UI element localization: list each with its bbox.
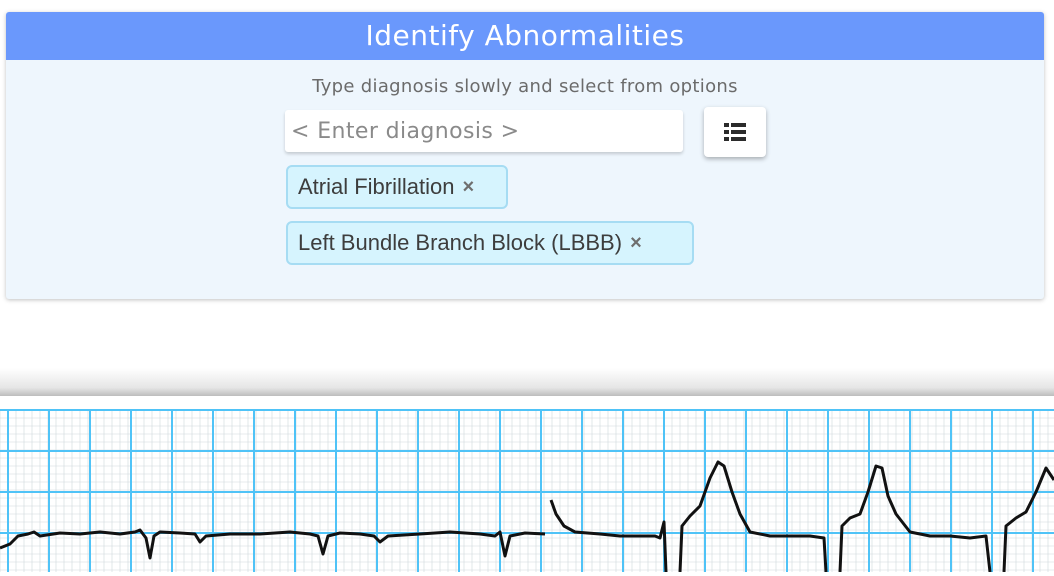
list-icon bbox=[724, 123, 746, 141]
diagnosis-tag-atrial-fibrillation: Atrial Fibrillation × bbox=[286, 165, 508, 209]
panel-title: Identify Abnormalities bbox=[6, 12, 1044, 60]
tag-label: Atrial Fibrillation bbox=[298, 174, 455, 199]
diagnosis-tag-lbbb: Left Bundle Branch Block (LBBB) × bbox=[286, 221, 694, 265]
diagnosis-panel: Identify Abnormalities Type diagnosis sl… bbox=[6, 12, 1044, 299]
instruction-text: Type diagnosis slowly and select from op… bbox=[312, 76, 738, 97]
ecg-strip bbox=[0, 396, 1054, 573]
section-divider bbox=[0, 368, 1054, 396]
ecg-trace-lead-right bbox=[549, 460, 1054, 573]
options-list-button[interactable] bbox=[704, 107, 766, 157]
tag-label: Left Bundle Branch Block (LBBB) bbox=[298, 230, 623, 255]
remove-tag-icon[interactable]: × bbox=[463, 177, 475, 197]
remove-tag-icon[interactable]: × bbox=[630, 233, 642, 253]
diagnosis-input[interactable] bbox=[285, 110, 683, 152]
ecg-grid bbox=[0, 409, 1054, 573]
